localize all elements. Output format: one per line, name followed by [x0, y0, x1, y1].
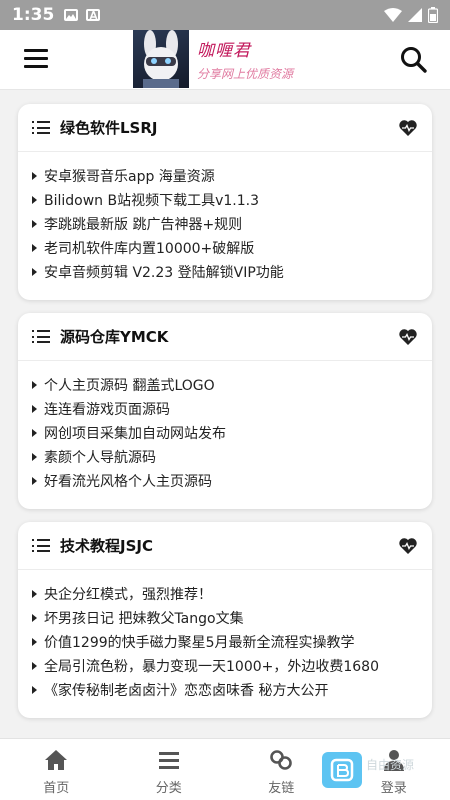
search-button[interactable]: [398, 44, 430, 76]
list-item[interactable]: 素颜个人导航源码: [32, 445, 418, 469]
bullet-icon: [32, 196, 37, 204]
bullet-icon: [32, 590, 37, 598]
bullet-icon: [32, 638, 37, 646]
bullet-icon: [32, 172, 37, 180]
list-item[interactable]: 老司机软件库内置10000+破解版: [32, 236, 418, 260]
site-logo[interactable]: 咖喱君 分享网上优质资源: [133, 30, 318, 88]
bullet-icon: [32, 453, 37, 461]
wifi-icon: [384, 8, 402, 22]
bullet-icon: [32, 381, 37, 389]
logo-avatar-image: [133, 30, 189, 88]
list-item[interactable]: 央企分红模式，强烈推荐！: [32, 582, 418, 606]
list-item[interactable]: 个人主页源码 翻盖式LOGO: [32, 373, 418, 397]
menu-icon: [24, 49, 48, 52]
list-item[interactable]: 好看流光风格个人主页源码: [32, 469, 418, 493]
nav-links[interactable]: 友链: [225, 739, 338, 800]
nav-label: 分类: [155, 781, 182, 796]
battery-icon: [428, 7, 438, 23]
bullet-icon: [32, 220, 37, 228]
nav-label: 友链: [268, 781, 295, 796]
bullet-icon: [32, 429, 37, 437]
nav-home[interactable]: 首页: [0, 739, 113, 800]
section-list: 央企分红模式，强烈推荐！ 坏男孩日记 把妹教父Tango文集 价值1299的快手…: [18, 570, 432, 712]
nav-label: 首页: [43, 781, 70, 796]
link-icon: [270, 750, 293, 770]
status-time: 1:35: [12, 5, 55, 25]
list-item[interactable]: 李跳跳最新版 跳广告神器+规则: [32, 212, 418, 236]
watermark-text: 自由资源: [366, 758, 415, 772]
list-item[interactable]: 全局引流色粉，暴力变现一天1000+，外边收费1680: [32, 654, 418, 678]
heartbeat-icon[interactable]: [398, 327, 418, 347]
status-bar: 1:35: [0, 0, 450, 30]
section-card: 技术教程JSJC 央企分红模式，强烈推荐！ 坏男孩日记 把妹教父Tango文集 …: [18, 522, 432, 718]
heartbeat-icon[interactable]: [398, 536, 418, 556]
section-header: 绿色软件LSRJ: [18, 104, 432, 152]
list-item[interactable]: 安卓猴哥音乐app 海量资源: [32, 164, 418, 188]
nav-category[interactable]: 分类: [113, 739, 226, 800]
heartbeat-icon[interactable]: [398, 118, 418, 138]
list-item[interactable]: 坏男孩日记 把妹教父Tango文集: [32, 606, 418, 630]
section-list: 个人主页源码 翻盖式LOGO 连连看游戏页面源码 网创项目采集加自动网站发布 素…: [18, 361, 432, 503]
watermark-logo: [322, 752, 362, 788]
section-title: 技术教程JSJC: [60, 537, 153, 555]
list-icon: [32, 121, 50, 134]
bullet-icon: [32, 662, 37, 670]
bullet-icon: [32, 244, 37, 252]
home-icon: [45, 750, 68, 770]
section-card: 绿色软件LSRJ 安卓猴哥音乐app 海量资源 Bilidown B站视频下载工…: [18, 104, 432, 300]
status-right: [384, 7, 438, 23]
section-header: 源码仓库YMCK: [18, 313, 432, 361]
a-icon: [86, 9, 101, 21]
section-header: 技术教程JSJC: [18, 522, 432, 570]
section-list: 安卓猴哥音乐app 海量资源 Bilidown B站视频下载工具v1.1.3 李…: [18, 152, 432, 294]
section-title: 绿色软件LSRJ: [60, 119, 158, 137]
section-card: 源码仓库YMCK 个人主页源码 翻盖式LOGO 连连看游戏页面源码 网创项目采集…: [18, 313, 432, 509]
logo-text: 咖喱君 分享网上优质资源: [189, 30, 293, 88]
list-icon: [32, 330, 50, 343]
list-item[interactable]: 连连看游戏页面源码: [32, 397, 418, 421]
list-item[interactable]: 网创项目采集加自动网站发布: [32, 421, 418, 445]
bullet-icon: [32, 477, 37, 485]
bullet-icon: [32, 405, 37, 413]
image-icon: [64, 9, 79, 21]
section-title: 源码仓库YMCK: [60, 328, 169, 346]
signal-icon: [408, 8, 422, 22]
list-item[interactable]: 安卓音频剪辑 V2.23 登陆解锁VIP功能: [32, 260, 418, 284]
logo-title: 咖喱君: [197, 41, 251, 61]
menu-button[interactable]: [24, 49, 48, 71]
app-header: 咖喱君 分享网上优质资源: [0, 30, 450, 90]
list-item[interactable]: Bilidown B站视频下载工具v1.1.3: [32, 188, 418, 212]
nav-label: 登录: [380, 781, 407, 796]
logo-subtitle: 分享网上优质资源: [197, 67, 294, 81]
search-icon: [401, 47, 427, 73]
list-item[interactable]: 价值1299的快手磁力聚星5月最新全流程实操教学: [32, 630, 418, 654]
bullet-icon: [32, 686, 37, 694]
list-item[interactable]: 《家传秘制老卤卤汁》恋恋卤味香 秘方大公开: [32, 678, 418, 702]
category-icon: [158, 752, 179, 769]
list-icon: [32, 539, 50, 552]
bullet-icon: [32, 614, 37, 622]
bullet-icon: [32, 268, 37, 276]
